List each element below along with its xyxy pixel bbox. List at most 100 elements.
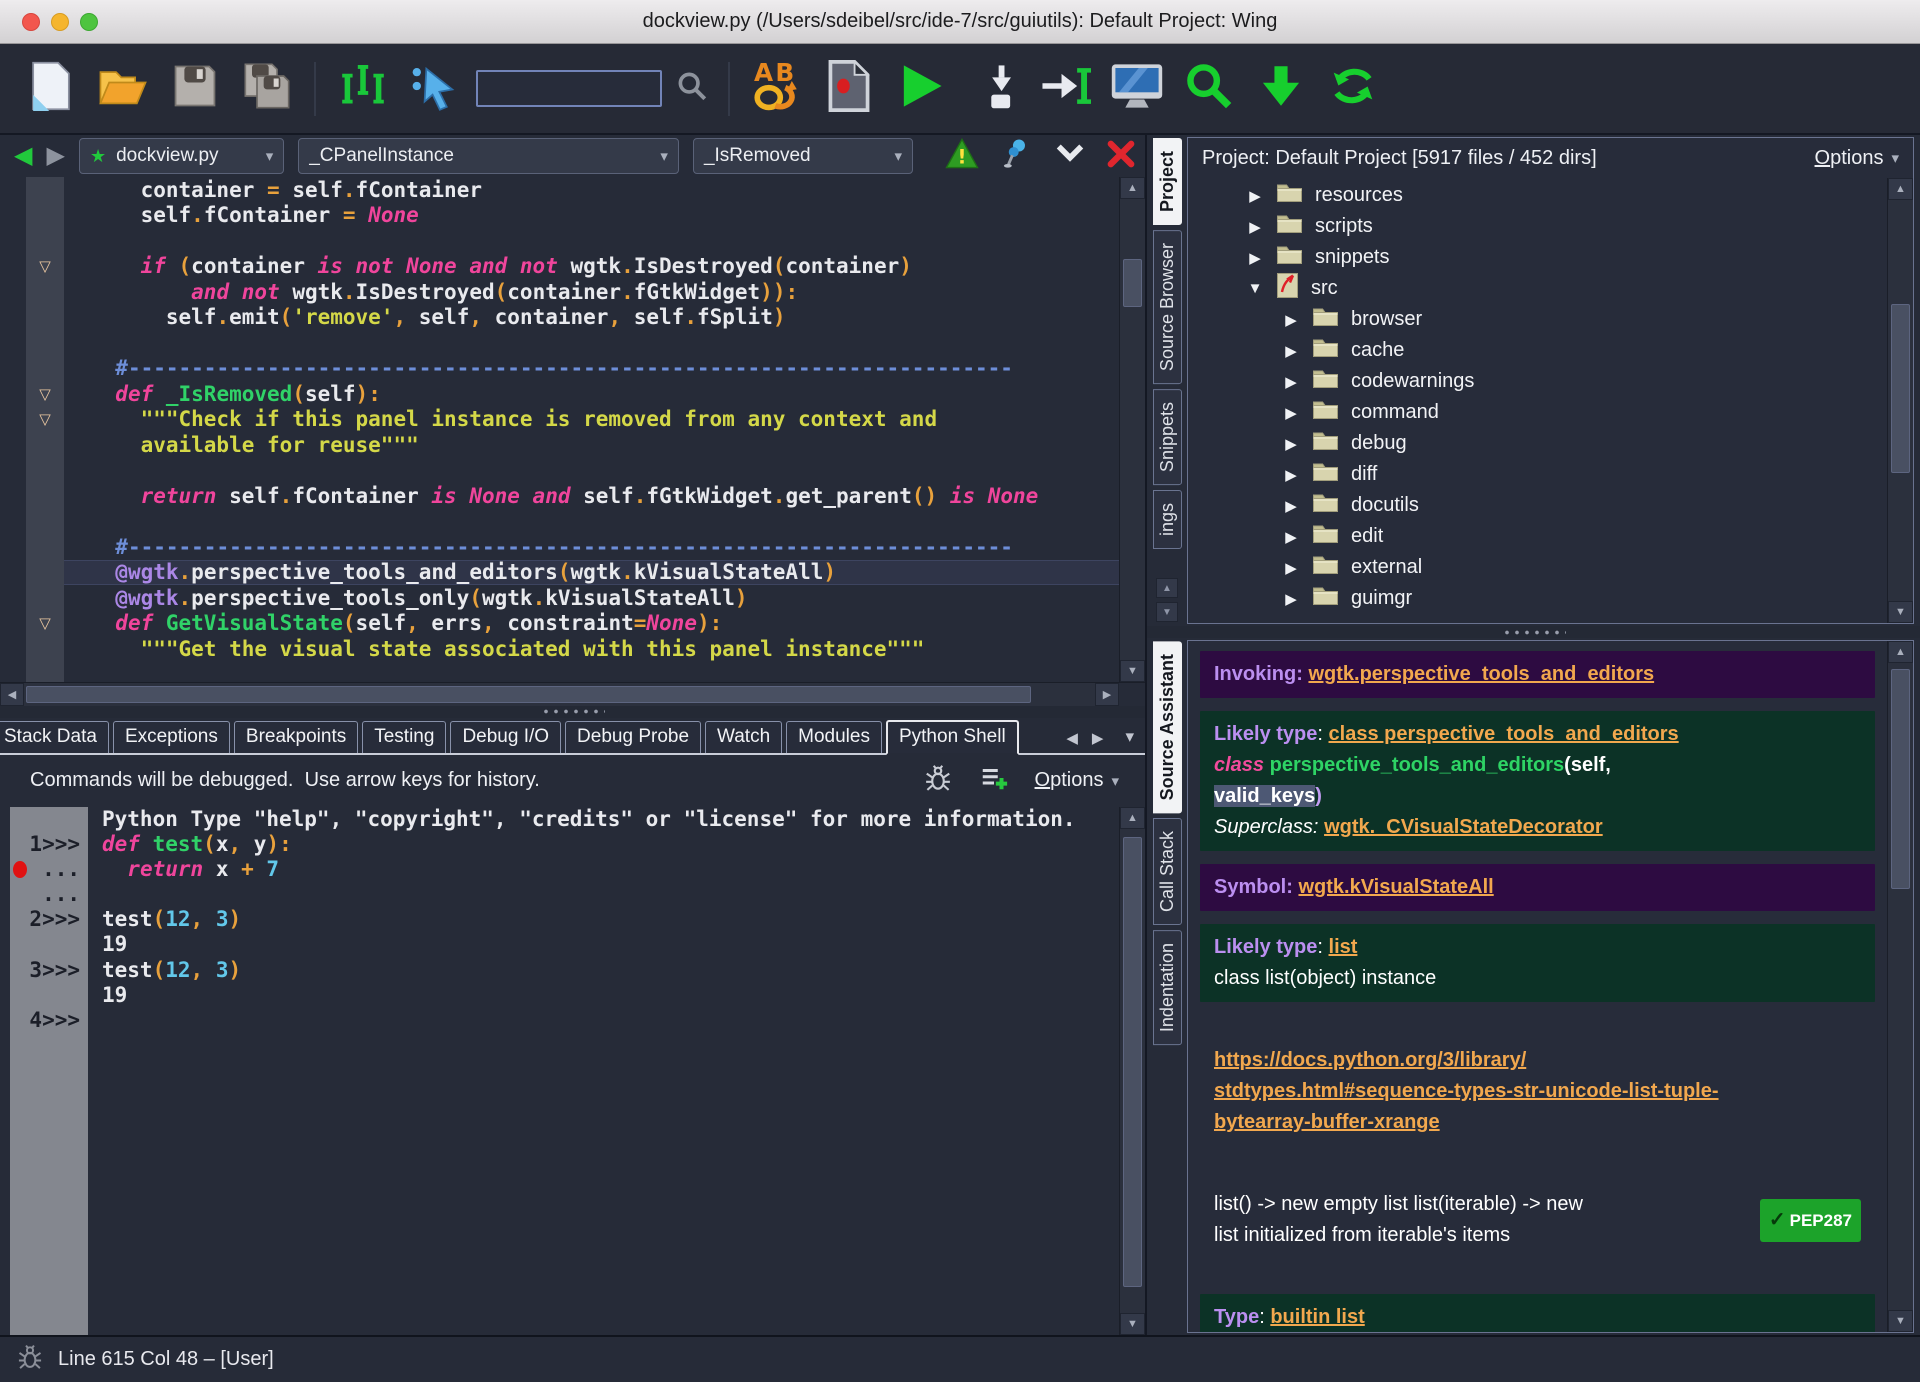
scroll-down-button[interactable]: ▼ (1888, 601, 1913, 623)
panel-tab-breakpoints[interactable]: Breakpoints (234, 721, 358, 753)
replace-button[interactable]: AB (746, 61, 808, 117)
fold-arrow-icon[interactable]: ▽ (39, 614, 51, 632)
file-dropdown[interactable]: ★ dockview.py ▾ (79, 138, 284, 174)
scroll-down-button[interactable]: ▼ (1120, 660, 1145, 682)
tree-item-external[interactable]: ▶external (1188, 552, 1887, 583)
fold-margin[interactable] (26, 534, 64, 560)
breakpoint-margin[interactable] (0, 636, 26, 662)
close-window-button[interactable] (22, 13, 40, 31)
fold-arrow-icon[interactable]: ▽ (39, 385, 51, 403)
scroll-down-button[interactable]: ▼ (1120, 1313, 1145, 1335)
assistant-link[interactable]: wgtk.kVisualStateAll (1298, 876, 1493, 898)
shell-options-button[interactable]: Options ▾ (1035, 769, 1119, 792)
strip-scroll-up-button[interactable]: ▲ (1156, 578, 1178, 598)
fold-margin[interactable] (26, 636, 64, 662)
assistant-link[interactable]: class perspective_tools_and_editors (1329, 723, 1679, 745)
fold-margin[interactable]: ▽ (26, 381, 64, 407)
splitter-handle[interactable] (541, 709, 605, 714)
fold-margin[interactable] (26, 560, 64, 586)
code-editor[interactable]: container = self.fContainer self.fContai… (0, 177, 1145, 706)
scroll-right-button[interactable]: ▶ (1095, 683, 1119, 706)
breakpoint-margin[interactable] (0, 203, 26, 229)
pin-button[interactable] (1001, 137, 1033, 176)
breakpoint-margin[interactable] (0, 509, 26, 535)
tool-tab-project[interactable]: Project (1153, 138, 1182, 225)
tree-expand-icon[interactable]: ▶ (1246, 187, 1264, 205)
tree-expand-icon[interactable]: ▶ (1246, 249, 1264, 267)
fold-margin[interactable]: ▽ (26, 611, 64, 637)
warnings-button[interactable]: ! (945, 138, 979, 174)
breakpoint-margin[interactable] (0, 458, 26, 484)
assistant-link[interactable]: wgtk._CVisualStateDecorator (1324, 816, 1603, 838)
tool-tab-ings[interactable]: ings (1153, 490, 1182, 549)
run-to-cursor-button[interactable] (1034, 61, 1096, 117)
download-changes-button[interactable] (1250, 61, 1312, 117)
save-button[interactable] (164, 61, 226, 117)
right-horizontal-splitter[interactable] (1147, 626, 1920, 638)
scrollbar-track[interactable] (1888, 200, 1913, 601)
refresh-button[interactable] (1322, 61, 1384, 117)
zoom-window-button[interactable] (80, 13, 98, 31)
scroll-up-button[interactable]: ▲ (1888, 178, 1913, 200)
tabs-menu-button[interactable]: ▾ (1120, 727, 1139, 753)
scrollbar-thumb[interactable] (1891, 669, 1910, 889)
fold-margin[interactable]: ▽ (26, 407, 64, 433)
fold-margin[interactable] (26, 432, 64, 458)
tree-expand-icon[interactable]: ▶ (1282, 373, 1300, 391)
assistant-link[interactable]: bytearray-buffer-xrange (1214, 1111, 1440, 1133)
tool-tab-source-assistant[interactable]: Source Assistant (1153, 641, 1182, 813)
splitter-handle[interactable] (1502, 630, 1566, 635)
scrollbar-thumb[interactable] (1891, 304, 1910, 472)
assistant-link[interactable]: list (1329, 936, 1358, 958)
scrollbar-track[interactable] (1888, 663, 1913, 1310)
fold-margin[interactable] (26, 585, 64, 611)
breakpoint-margin[interactable] (0, 330, 26, 356)
scrollbar-thumb[interactable] (1123, 837, 1142, 1288)
scrollbar-track[interactable] (24, 683, 1095, 706)
fold-margin[interactable] (26, 662, 64, 682)
breakpoint-margin[interactable] (0, 611, 26, 637)
assistant-link[interactable]: https://docs.python.org/3/library/ (1214, 1049, 1526, 1071)
fold-margin[interactable]: ▽ (26, 254, 64, 280)
tabs-scroll-left-button[interactable]: ◀ (1061, 729, 1083, 753)
editor-horizontal-scrollbar[interactable]: ◀ ▶ (0, 682, 1145, 706)
breakpoint-margin[interactable] (0, 228, 26, 254)
class-dropdown[interactable]: _CPanelInstance ▾ (298, 138, 679, 174)
toolbar-search-input[interactable] (476, 70, 662, 107)
debug-toggle-button[interactable] (923, 763, 953, 798)
scrollbar-thumb[interactable] (26, 686, 1031, 703)
fold-margin[interactable] (26, 305, 64, 331)
tool-tab-snippets[interactable]: Snippets (1153, 389, 1182, 485)
tabs-scroll-right-button[interactable]: ▶ (1087, 729, 1109, 753)
tree-item-command[interactable]: ▶command (1188, 397, 1887, 428)
new-file-button[interactable] (20, 61, 82, 117)
tree-expand-icon[interactable]: ▼ (1246, 280, 1264, 297)
breakpoint-marker[interactable] (13, 861, 27, 878)
remote-display-button[interactable] (1106, 61, 1168, 117)
panel-tab-modules[interactable]: Modules (786, 721, 882, 753)
search-button[interactable] (672, 61, 712, 117)
breakpoint-margin[interactable] (0, 407, 26, 433)
fold-margin[interactable] (26, 177, 64, 203)
add-watch-button[interactable] (979, 763, 1009, 798)
symbol-dropdown[interactable]: _IsRemoved ▾ (693, 138, 913, 174)
breakpoint-margin[interactable] (0, 254, 26, 280)
project-scrollbar[interactable]: ▲ ▼ (1887, 178, 1913, 623)
tree-expand-icon[interactable]: ▶ (1282, 528, 1300, 546)
fold-margin[interactable] (26, 509, 64, 535)
tree-item-debug[interactable]: ▶debug (1188, 428, 1887, 459)
project-options-button[interactable]: Options ▾ (1815, 147, 1899, 170)
tool-tab-source-browser[interactable]: Source Browser (1153, 230, 1182, 384)
python-shell[interactable]: Python Type "help", "copyright", "credit… (0, 807, 1145, 1336)
shell-vertical-scrollbar[interactable]: ▲ ▼ (1119, 807, 1145, 1336)
tree-item-resources[interactable]: ▶resources (1188, 180, 1887, 211)
tool-tab-call-stack[interactable]: Call Stack (1153, 818, 1182, 925)
breakpoint-margin[interactable] (0, 534, 26, 560)
tree-expand-icon[interactable]: ▶ (1246, 218, 1264, 236)
tree-item-browser[interactable]: ▶browser (1188, 304, 1887, 335)
breakpoint-margin[interactable] (0, 432, 26, 458)
breakpoint-margin[interactable] (0, 560, 26, 586)
fold-margin[interactable] (26, 330, 64, 356)
tree-item-cache[interactable]: ▶cache (1188, 335, 1887, 366)
save-all-button[interactable] (236, 61, 298, 117)
